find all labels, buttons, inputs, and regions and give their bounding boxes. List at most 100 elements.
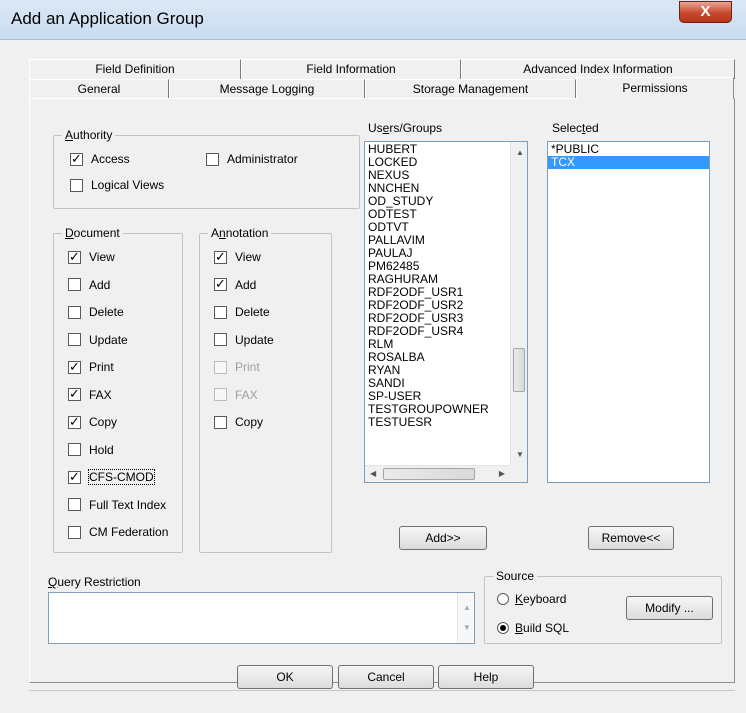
document-add-checkbox[interactable]: Add bbox=[68, 277, 110, 293]
document-check-icon[interactable] bbox=[68, 525, 81, 539]
users-vertical-scrollbar[interactable]: ▲ ▼ bbox=[510, 142, 527, 465]
document-check-icon[interactable] bbox=[68, 305, 81, 319]
document-item-label: Hold bbox=[89, 442, 114, 457]
annotation-item-label: Copy bbox=[235, 415, 264, 429]
access-check-icon[interactable] bbox=[70, 151, 83, 167]
document-check-icon[interactable] bbox=[68, 443, 81, 456]
document-view-checkbox[interactable]: View bbox=[68, 249, 115, 265]
annotation-update-checkbox[interactable]: Update bbox=[214, 332, 274, 348]
access-checkbox[interactable]: Access bbox=[70, 151, 130, 167]
ok-button[interactable]: OK bbox=[237, 665, 333, 689]
annotation-print-checkbox: Print bbox=[214, 359, 260, 375]
document-item-label: Add bbox=[89, 277, 111, 292]
scroll-left-arrow-icon[interactable]: ◀ bbox=[370, 469, 376, 478]
document-update-checkbox[interactable]: Update bbox=[68, 332, 128, 348]
add-button[interactable]: Add>> bbox=[399, 526, 487, 550]
query-scrollbar[interactable]: ▲ ▼ bbox=[457, 593, 474, 643]
help-button[interactable]: Help bbox=[438, 665, 534, 689]
tab-field-definition[interactable]: Field Definition bbox=[29, 59, 241, 79]
tab-row-front: General Message Logging Storage Manageme… bbox=[29, 79, 589, 99]
dialog-client: Field Definition Field Information Advan… bbox=[7, 40, 740, 708]
annotation-check-icon[interactable] bbox=[214, 249, 227, 265]
logical-views-check-icon[interactable] bbox=[70, 178, 83, 192]
annotation-delete-checkbox[interactable]: Delete bbox=[214, 304, 270, 320]
query-scroll-up-icon[interactable]: ▲ bbox=[463, 603, 471, 612]
authority-label: Authority bbox=[62, 128, 116, 142]
query-restriction-field[interactable]: ▲ ▼ bbox=[48, 592, 475, 644]
query-scroll-down-icon[interactable]: ▼ bbox=[463, 623, 471, 632]
annotation-item-label: Add bbox=[235, 277, 257, 292]
selected-listbox[interactable]: *PUBLIC TCX bbox=[547, 141, 710, 483]
list-item[interactable]: TCX bbox=[548, 156, 709, 169]
query-restriction-label: Query Restriction bbox=[48, 575, 141, 589]
tab-field-information[interactable]: Field Information bbox=[241, 59, 461, 79]
remove-button[interactable]: Remove<< bbox=[588, 526, 674, 550]
tab-advanced-index-information[interactable]: Advanced Index Information bbox=[461, 59, 735, 79]
close-button[interactable]: X bbox=[679, 1, 732, 23]
document-delete-checkbox[interactable]: Delete bbox=[68, 304, 124, 320]
administrator-checkbox[interactable]: Administrator bbox=[206, 151, 298, 167]
document-item-label: Full Text Index bbox=[89, 497, 167, 512]
document-full-text-index-checkbox[interactable]: Full Text Index bbox=[68, 497, 166, 513]
modify-button[interactable]: Modify ... bbox=[626, 596, 713, 620]
document-check-icon[interactable] bbox=[68, 249, 81, 265]
document-cm-federation-checkbox[interactable]: CM Federation bbox=[68, 524, 168, 540]
tab-row-back: Field Definition Field Information Advan… bbox=[29, 59, 735, 79]
document-fax-checkbox[interactable]: FAX bbox=[68, 386, 112, 403]
document-check-icon[interactable] bbox=[68, 278, 81, 291]
annotation-check-icon[interactable] bbox=[214, 333, 227, 346]
document-item-label: Print bbox=[89, 360, 114, 374]
annotation-item-label: FAX bbox=[235, 387, 258, 402]
users-hscroll-thumb[interactable] bbox=[383, 468, 475, 480]
document-print-checkbox[interactable]: Print bbox=[68, 359, 114, 375]
document-cfs-cmod-checkbox[interactable]: CFS-CMOD bbox=[68, 469, 155, 485]
users-groups-label: Users/Groups bbox=[368, 121, 443, 135]
document-copy-checkbox[interactable]: Copy bbox=[68, 414, 117, 430]
tab-general[interactable]: General bbox=[29, 79, 169, 99]
keyboard-radio[interactable]: Keyboard bbox=[497, 591, 566, 607]
document-item-label: Update bbox=[89, 332, 128, 347]
scroll-up-arrow-icon[interactable]: ▲ bbox=[516, 148, 524, 157]
cancel-button[interactable]: Cancel bbox=[338, 665, 434, 689]
annotation-add-checkbox[interactable]: Add bbox=[214, 276, 257, 293]
tab-storage-management[interactable]: Storage Management bbox=[365, 79, 576, 99]
logical-views-checkbox[interactable]: Logical Views bbox=[70, 177, 164, 193]
source-label: Source bbox=[493, 569, 538, 583]
selected-label: Selected bbox=[552, 121, 599, 135]
tab-permissions[interactable]: Permissions bbox=[576, 77, 734, 99]
annotation-label: Annotation bbox=[208, 226, 272, 240]
document-hold-checkbox[interactable]: Hold bbox=[68, 442, 114, 458]
annotation-check-icon[interactable] bbox=[214, 305, 227, 319]
scroll-right-arrow-icon[interactable]: ▶ bbox=[499, 469, 505, 478]
administrator-check-icon[interactable] bbox=[206, 152, 219, 166]
document-item-label: CM Federation bbox=[89, 525, 169, 539]
users-scroll-thumb[interactable] bbox=[513, 348, 525, 392]
annotation-item-label: Delete bbox=[235, 305, 270, 319]
list-item[interactable]: TESTUESR bbox=[365, 416, 527, 429]
annotation-check-icon[interactable] bbox=[214, 276, 227, 292]
document-check-icon[interactable] bbox=[68, 469, 81, 485]
annotation-item-label: View bbox=[235, 250, 261, 264]
document-check-icon[interactable] bbox=[68, 414, 81, 430]
document-check-icon[interactable] bbox=[68, 333, 81, 346]
document-check-icon[interactable] bbox=[68, 386, 81, 402]
users-horizontal-scrollbar[interactable]: ◀ ▶ bbox=[365, 465, 510, 482]
build-sql-radio[interactable]: Build SQL bbox=[497, 620, 569, 636]
permissions-panel: Authority Access Administrator Logical V… bbox=[29, 98, 735, 683]
source-group: Source Keyboard Build SQL Modify ... bbox=[484, 569, 722, 644]
keyboard-radio-icon[interactable] bbox=[497, 593, 509, 605]
annotation-view-checkbox[interactable]: View bbox=[214, 249, 261, 265]
document-group: Document View Add Delete Update Print FAX Copy… bbox=[53, 226, 183, 553]
users-groups-listbox[interactable]: HUBERT LOCKED NEXUS NNCHEN OD_STUDY ODTEST ODT… bbox=[364, 141, 528, 483]
document-check-icon[interactable] bbox=[68, 359, 81, 375]
scroll-down-arrow-icon[interactable]: ▼ bbox=[516, 450, 524, 459]
annotation-item-label: Print bbox=[235, 360, 260, 374]
document-label: Document bbox=[62, 226, 123, 240]
window-title: Add an Application Group bbox=[11, 9, 204, 28]
build-sql-radio-icon[interactable] bbox=[497, 622, 509, 634]
annotation-check-icon[interactable] bbox=[214, 415, 227, 429]
document-check-icon[interactable] bbox=[68, 498, 81, 511]
annotation-copy-checkbox[interactable]: Copy bbox=[214, 414, 263, 430]
annotation-check-icon bbox=[214, 360, 227, 374]
tab-message-logging[interactable]: Message Logging bbox=[169, 79, 365, 99]
